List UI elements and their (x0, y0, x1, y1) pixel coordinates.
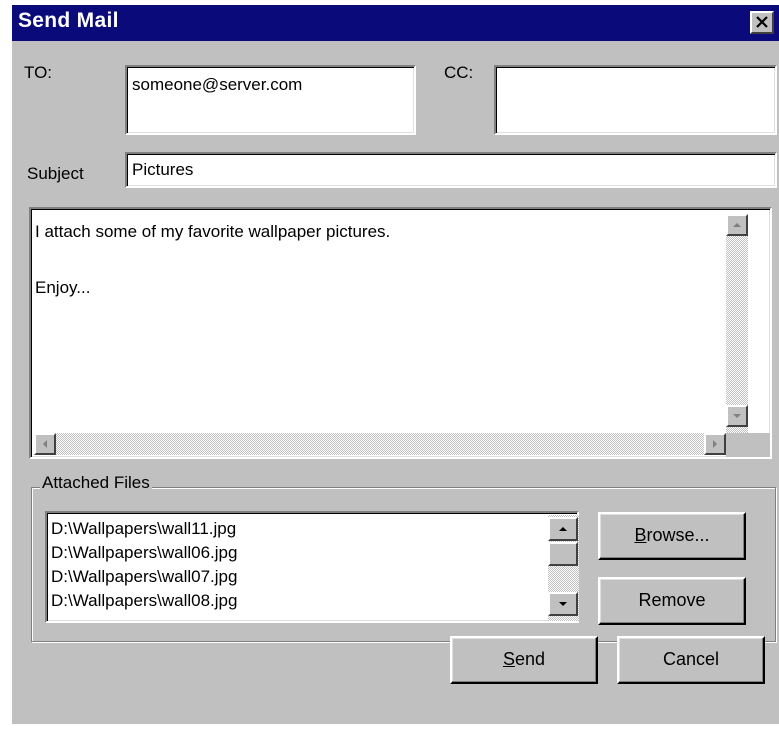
send-button[interactable]: Send (450, 636, 598, 684)
subject-label: Subject (27, 164, 84, 183)
files-scroll-thumb[interactable] (548, 542, 578, 566)
message-vertical-scrollbar[interactable] (726, 214, 748, 433)
arrow-down-icon (559, 602, 567, 606)
arrow-up-icon (733, 223, 741, 227)
scroll-left-button[interactable] (34, 433, 56, 455)
files-scroll-up-button[interactable] (548, 517, 578, 541)
window-title: Send Mail (18, 9, 119, 32)
title-bar[interactable]: Send Mail (12, 5, 779, 41)
list-item[interactable]: D:\Wallpapers\wall06.jpg (51, 543, 237, 563)
arrow-left-icon (43, 440, 47, 448)
attached-files-list[interactable]: D:\Wallpapers\wall11.jpg D:\Wallpapers\w… (45, 511, 579, 623)
cancel-label: Cancel (662, 649, 720, 669)
remove-label: Remove (638, 590, 706, 610)
browse-button[interactable]: Browse... (598, 512, 746, 560)
arrow-right-icon (713, 440, 717, 448)
to-label: TO: (24, 63, 53, 82)
send-mnemonic: S (502, 649, 515, 669)
subject-field[interactable]: Pictures (125, 152, 777, 188)
scrollbar-corner (726, 433, 770, 457)
scroll-up-button[interactable] (726, 214, 748, 236)
list-item[interactable]: D:\Wallpapers\wall11.jpg (51, 519, 236, 539)
scroll-down-button[interactable] (726, 405, 748, 427)
message-body-text: I attach some of my favorite wallpaper p… (35, 222, 391, 297)
close-icon (756, 16, 768, 28)
to-field[interactable]: someone@server.com (125, 65, 416, 135)
attached-files-label: Attached Files (40, 473, 152, 493)
list-item[interactable]: D:\Wallpapers\wall08.jpg (51, 591, 237, 611)
browse-label: rowse... (646, 525, 710, 545)
files-scroll-down-button[interactable] (548, 592, 578, 616)
subject-field-value: Pictures (132, 160, 194, 179)
close-button[interactable] (750, 11, 774, 34)
message-horizontal-scrollbar[interactable] (34, 433, 726, 455)
to-field-value: someone@server.com (132, 75, 303, 94)
scroll-right-button[interactable] (704, 433, 726, 455)
message-body[interactable]: I attach some of my favorite wallpaper p… (29, 207, 772, 459)
cc-label: CC: (444, 63, 474, 82)
remove-button[interactable]: Remove (598, 577, 746, 625)
browse-mnemonic: B (634, 525, 647, 545)
arrow-up-icon (559, 527, 567, 531)
arrow-down-icon (733, 414, 741, 418)
send-label: end (514, 649, 546, 669)
list-item[interactable]: D:\Wallpapers\wall07.jpg (51, 567, 237, 587)
send-mail-dialog: Send Mail TO: someone@server.com CC: Sub… (12, 5, 779, 724)
cc-field[interactable] (494, 65, 777, 135)
cancel-button[interactable]: Cancel (617, 636, 765, 684)
